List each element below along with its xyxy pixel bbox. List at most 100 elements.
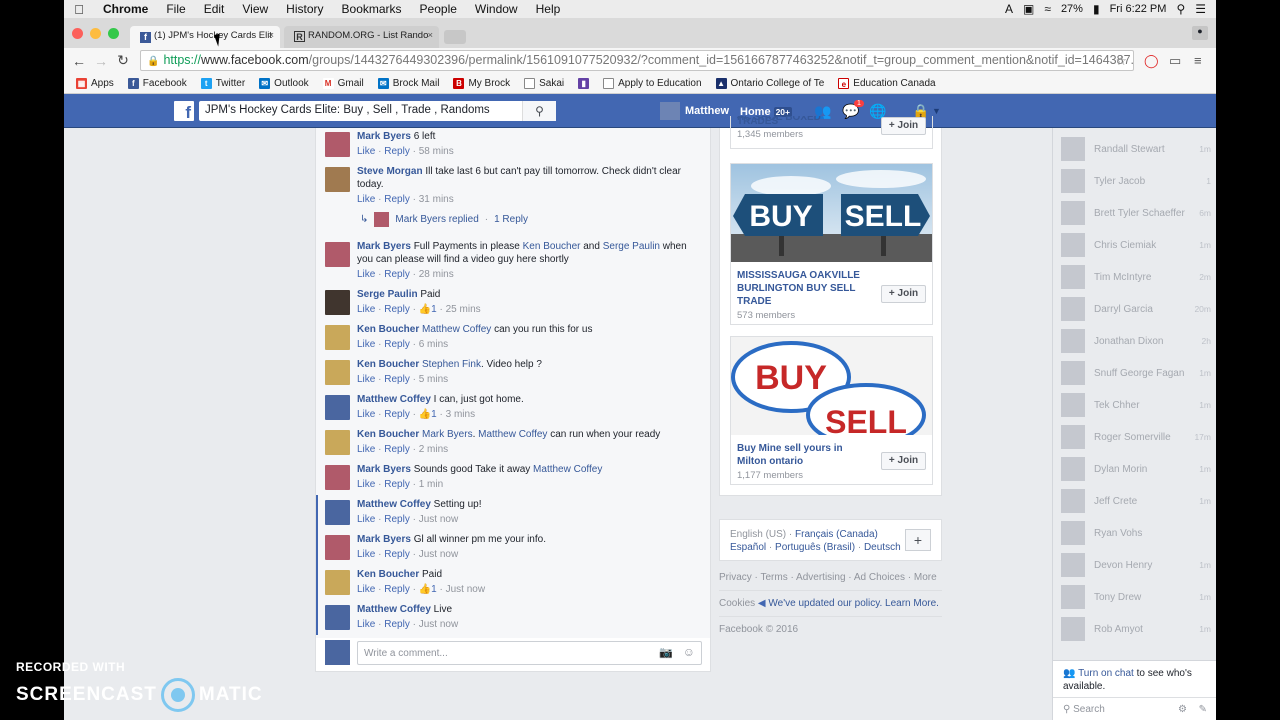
- menu-window[interactable]: Window: [466, 2, 527, 16]
- comment-time[interactable]: 31 mins: [419, 194, 454, 205]
- comment-time[interactable]: Just now: [419, 549, 458, 560]
- chat-contact[interactable]: Tony Drew 1m: [1061, 585, 1211, 609]
- menu-edit[interactable]: Edit: [195, 2, 234, 16]
- comment-time[interactable]: 28 mins: [419, 269, 454, 280]
- chat-search-input[interactable]: ⚲ Search ⚙ ✎: [1053, 697, 1216, 720]
- language-link[interactable]: Français (Canada): [795, 529, 878, 540]
- clock[interactable]: Fri 6:22 PM: [1110, 3, 1167, 15]
- bookmark-apps[interactable]: ▦ Apps: [76, 77, 114, 89]
- thumbs-up-icon[interactable]: 👍: [419, 409, 431, 420]
- avatar[interactable]: [325, 570, 350, 595]
- avatar[interactable]: [325, 132, 350, 157]
- policy-link[interactable]: We've updated our policy.: [768, 598, 882, 609]
- reply-link[interactable]: Reply: [384, 194, 410, 205]
- account-menu-chevron-icon[interactable]: ▼: [932, 106, 941, 116]
- join-group-button[interactable]: + Join: [881, 285, 926, 303]
- like-link[interactable]: Like: [357, 584, 375, 595]
- chat-contact[interactable]: Tyler Jacob 1: [1061, 169, 1211, 193]
- write-comment-input[interactable]: Write a comment...: [357, 641, 702, 665]
- commenter-name[interactable]: Matthew Coffey: [357, 394, 431, 405]
- menu-app[interactable]: Chrome: [94, 2, 157, 16]
- commenter-name[interactable]: Ken Boucher: [357, 569, 419, 580]
- commenter-name[interactable]: Mark Byers: [357, 534, 411, 545]
- replies-summary[interactable]: ↳ Mark Byers replied · 1 Reply: [360, 212, 528, 227]
- chat-contact[interactable]: Jonathan Dixon 2h: [1061, 329, 1211, 353]
- comment-time[interactable]: 5 mins: [419, 374, 448, 385]
- chat-contact[interactable]: Chris Ciemiak 1m: [1061, 233, 1211, 257]
- mention-link[interactable]: Matthew Coffey: [478, 429, 547, 440]
- bookmark-my-brock[interactable]: B My Brock: [453, 77, 510, 89]
- bookmark-gmail[interactable]: M Gmail: [322, 77, 364, 89]
- commenter-name[interactable]: Steve Morgan: [357, 166, 423, 177]
- reply-link[interactable]: Reply: [384, 146, 410, 157]
- comment-time[interactable]: Just now: [446, 584, 485, 595]
- chat-contact[interactable]: Randall Stewart 1m: [1061, 137, 1211, 161]
- avatar[interactable]: [325, 360, 350, 385]
- notification-center-icon[interactable]: ☰: [1195, 2, 1206, 16]
- reply-link[interactable]: Reply: [384, 374, 410, 385]
- cast-icon[interactable]: ▭: [1169, 53, 1181, 69]
- commenter-name[interactable]: Matthew Coffey: [357, 499, 431, 510]
- profile-link[interactable]: Matthew: [660, 102, 729, 120]
- gear-icon[interactable]: ⚙: [1178, 704, 1187, 715]
- reply-link[interactable]: Reply: [384, 549, 410, 560]
- opera-icon[interactable]: ◯: [1144, 53, 1159, 69]
- apple-icon[interactable]: : [64, 2, 94, 17]
- commenter-name[interactable]: Serge Paulin: [357, 289, 418, 300]
- bookmark-outlook[interactable]: ✉ Outlook: [259, 77, 309, 89]
- join-group-button[interactable]: + Join: [881, 117, 926, 135]
- bookmark-sakai[interactable]: Sakai: [524, 77, 564, 89]
- commenter-name[interactable]: Mark Byers: [357, 464, 411, 475]
- comment-time[interactable]: 25 mins: [446, 304, 481, 315]
- thumbs-up-icon[interactable]: 👍: [419, 304, 431, 315]
- emoji-icon[interactable]: ☺: [683, 645, 695, 659]
- reply-link[interactable]: Reply: [384, 409, 410, 420]
- comment-time[interactable]: 3 mins: [446, 409, 475, 420]
- commenter-name[interactable]: Ken Boucher: [357, 359, 419, 370]
- commenter-name[interactable]: Ken Boucher: [357, 429, 419, 440]
- reload-icon[interactable]: ↻: [112, 52, 134, 69]
- bookmark-brock-mail[interactable]: ✉ Brock Mail: [377, 77, 439, 89]
- avatar[interactable]: [325, 395, 350, 420]
- like-link[interactable]: Like: [357, 146, 375, 157]
- back-icon[interactable]: ←: [68, 53, 90, 69]
- mention-link[interactable]: Stephen Fink: [419, 359, 481, 370]
- mention-link[interactable]: Mark Byers: [419, 429, 473, 440]
- close-tab-icon[interactable]: ×: [427, 30, 433, 41]
- app-icon[interactable]: ▣: [1023, 2, 1034, 16]
- spotlight-icon[interactable]: ⚲: [1176, 2, 1185, 16]
- search-icon[interactable]: ⚲: [522, 101, 556, 121]
- menu-view[interactable]: View: [233, 2, 277, 16]
- comment-time[interactable]: 58 mins: [419, 146, 454, 157]
- bookmark-apply-education[interactable]: Apply to Education: [603, 77, 702, 89]
- bookmark-facebook[interactable]: f Facebook: [127, 77, 187, 89]
- avatar[interactable]: [325, 535, 350, 560]
- language-link[interactable]: Deutsch: [864, 542, 901, 553]
- group-title[interactable]: MISSISSAUGA OAKVILLE BURLINGTON BUY SELL…: [731, 262, 861, 308]
- like-link[interactable]: Like: [357, 194, 375, 205]
- chat-contact[interactable]: Ryan Vohs: [1061, 521, 1211, 545]
- avatar[interactable]: [325, 465, 350, 490]
- bookmark-twitter[interactable]: t Twitter: [200, 77, 245, 89]
- chat-contact[interactable]: Tim McIntyre 2m: [1061, 265, 1211, 289]
- bookmark-education-canada[interactable]: e Education Canada: [838, 77, 936, 89]
- mention-link[interactable]: Ken Boucher: [523, 241, 581, 252]
- menu-bookmarks[interactable]: Bookmarks: [333, 2, 411, 16]
- facebook-logo-icon[interactable]: f: [174, 101, 194, 122]
- footer-links[interactable]: Privacy · Terms · Advertising · Ad Choic…: [719, 571, 942, 584]
- reply-link[interactable]: Reply: [384, 514, 410, 525]
- avatar[interactable]: [325, 430, 350, 455]
- chat-contact[interactable]: Snuff George Fagan 1m: [1061, 361, 1211, 385]
- group-title[interactable]: HC SHOE BOXED TRADES: [731, 116, 861, 127]
- menu-file[interactable]: File: [157, 2, 194, 16]
- bookmark-twitch[interactable]: ▮: [578, 77, 590, 89]
- like-link[interactable]: Like: [357, 479, 375, 490]
- group-cover-image[interactable]: BUY SELL: [731, 337, 932, 435]
- camera-icon[interactable]: 📷: [659, 646, 673, 659]
- like-link[interactable]: Like: [357, 269, 375, 280]
- more-languages-button[interactable]: +: [905, 529, 931, 551]
- commenter-name[interactable]: Mark Byers: [357, 241, 411, 252]
- commenter-name[interactable]: Ken Boucher: [357, 324, 419, 335]
- language-link[interactable]: Español: [730, 542, 766, 553]
- reply-link[interactable]: Reply: [384, 339, 410, 350]
